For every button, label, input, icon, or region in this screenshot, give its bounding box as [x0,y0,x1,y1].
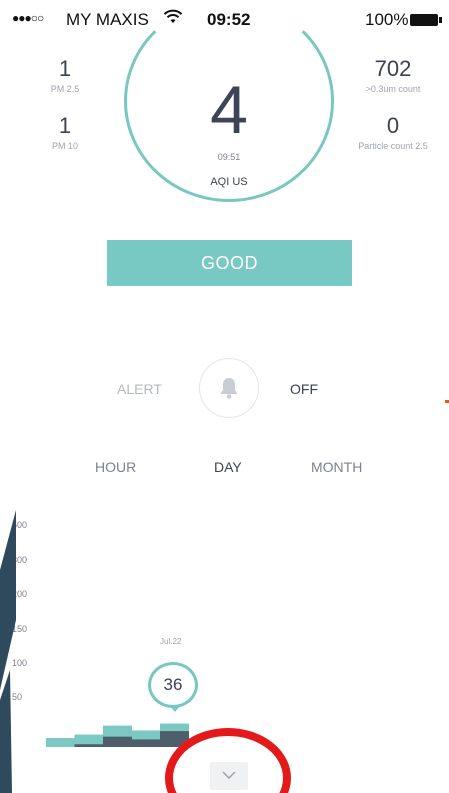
aqi-value: 4 [210,72,248,148]
alert-label: ALERT [117,381,162,397]
pm25-label: PM 2.5 [50,84,80,94]
battery-icon [410,14,442,26]
pm10-reading: 1 PM 10 [30,113,100,151]
chart-bar-light [46,738,75,747]
tab-month[interactable]: MONTH [311,459,362,475]
carrier-name: MY MAXIS [66,10,149,29]
count03-label: >0.3um count [365,84,421,94]
background-decoration [0,510,16,793]
tab-day[interactable]: DAY [214,459,242,475]
aqi-label: AQI US [210,176,248,188]
count25-reading: 0 Particle count 2.5 [343,113,443,151]
count25-value: 0 [386,113,400,138]
pm25-value: 1 [58,56,72,81]
alert-state: OFF [290,381,318,397]
highlight-value-bubble[interactable]: 36 [148,662,198,712]
pm10-label: PM 10 [51,141,78,151]
count25-label: Particle count 2.5 [358,141,428,151]
signal-strength-icon: ●●●○○ [12,11,44,25]
aqi-time: 09:51 [217,152,241,162]
air-quality-status-button[interactable]: GOOD [107,240,352,286]
count03-reading: 702 >0.3um count [343,56,443,94]
edge-marker [445,400,449,403]
bell-icon [220,378,238,399]
battery-percentage: 100% [365,10,409,29]
highlight-date-label: Jul.22 [160,637,182,646]
count03-value: 702 [374,56,412,81]
pm25-reading: 1 PM 2.5 [30,56,100,94]
chart-bar-dark [74,744,104,747]
daily-aqi-chart [46,723,189,747]
tab-hour[interactable]: HOUR [95,459,136,475]
alert-toggle-button[interactable] [199,358,259,418]
chart-bar-dark [131,739,161,747]
chart-bar-dark [103,736,132,747]
pm10-value: 1 [58,113,72,138]
